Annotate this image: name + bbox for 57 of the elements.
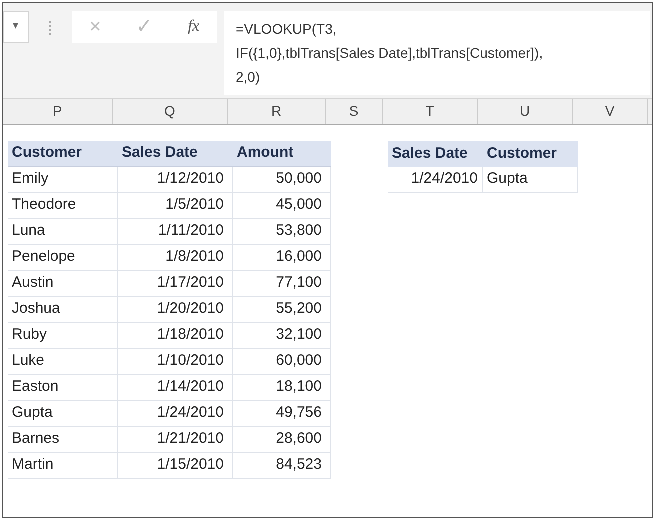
table-cell: 55,200 xyxy=(233,297,331,323)
table-cell: Barnes xyxy=(8,427,118,453)
table-cell: Austin xyxy=(8,271,118,297)
name-box[interactable]: ▾ xyxy=(3,11,29,43)
table-cell: 1/10/2010 xyxy=(118,349,233,375)
table-cell: 53,800 xyxy=(233,219,331,245)
column-heading[interactable]: R xyxy=(228,99,326,124)
column-heading[interactable]: S xyxy=(326,99,383,124)
table-cell: Luna xyxy=(8,219,118,245)
table-cell: Joshua xyxy=(8,297,118,323)
formula-field[interactable]: =VLOOKUP(T3, IF({1,0},tblTrans[Sales Date],tblTrans[Customer]), 2,0) xyxy=(224,11,650,95)
table-cell: 1/24/2010 xyxy=(118,401,233,427)
column-heading[interactable]: Q xyxy=(113,99,228,124)
table-cell: 60,000 xyxy=(233,349,331,375)
column-heading[interactable]: U xyxy=(478,99,573,124)
table-cell: 1/24/2010 xyxy=(388,167,483,193)
table-cell: 84,523 xyxy=(233,453,331,479)
table-cell: Martin xyxy=(8,453,118,479)
formula-text: 2,0) xyxy=(236,68,262,87)
column-heading[interactable]: T xyxy=(383,99,478,124)
table-cell: Emily xyxy=(8,167,118,193)
table-cell: 28,600 xyxy=(233,427,331,453)
table-cell: 32,100 xyxy=(233,323,331,349)
table-cell: 1/12/2010 xyxy=(118,167,233,193)
table-cell: 1/14/2010 xyxy=(118,375,233,401)
column-header: Customer xyxy=(8,141,118,167)
formula-text: =VLOOKUP(T3, xyxy=(236,20,338,39)
column-heading[interactable]: V xyxy=(573,99,648,124)
table-cell: 16,000 xyxy=(233,245,331,271)
table-cell: Gupta xyxy=(8,401,118,427)
table-cell: 1/20/2010 xyxy=(118,297,233,323)
insert-function-button[interactable]: fx xyxy=(188,15,200,39)
table-cell: 77,100 xyxy=(233,271,331,297)
table-cell: 1/17/2010 xyxy=(118,271,233,297)
formula-text: IF({1,0},tblTrans[Sales Date],tblTrans[Customer]), xyxy=(236,44,544,63)
table-cell: 1/11/2010 xyxy=(118,219,233,245)
column-heading[interactable]: P xyxy=(3,99,113,124)
table-cell: 1/21/2010 xyxy=(118,427,233,453)
column-header: Sales Date xyxy=(388,141,483,167)
table-cell: 49,756 xyxy=(233,401,331,427)
column-header: Amount xyxy=(233,141,331,167)
table-cell: Theodore xyxy=(8,193,118,219)
table-cell: Penelope xyxy=(8,245,118,271)
table-cell: 1/8/2010 xyxy=(118,245,233,271)
column-header: Sales Date xyxy=(118,141,233,167)
grip-icon xyxy=(49,21,52,35)
table-cell: Luke xyxy=(8,349,118,375)
table-cell: 50,000 xyxy=(233,167,331,193)
table-cell: 1/15/2010 xyxy=(118,453,233,479)
table-cell: 45,000 xyxy=(233,193,331,219)
table-cell: Gupta xyxy=(483,167,578,193)
table-cell: 1/5/2010 xyxy=(118,193,233,219)
table-cell: 18,100 xyxy=(233,375,331,401)
table-cell: Easton xyxy=(8,375,118,401)
table-cell: Ruby xyxy=(8,323,118,349)
column-header: Customer xyxy=(483,141,578,167)
table-cell: 1/18/2010 xyxy=(118,323,233,349)
